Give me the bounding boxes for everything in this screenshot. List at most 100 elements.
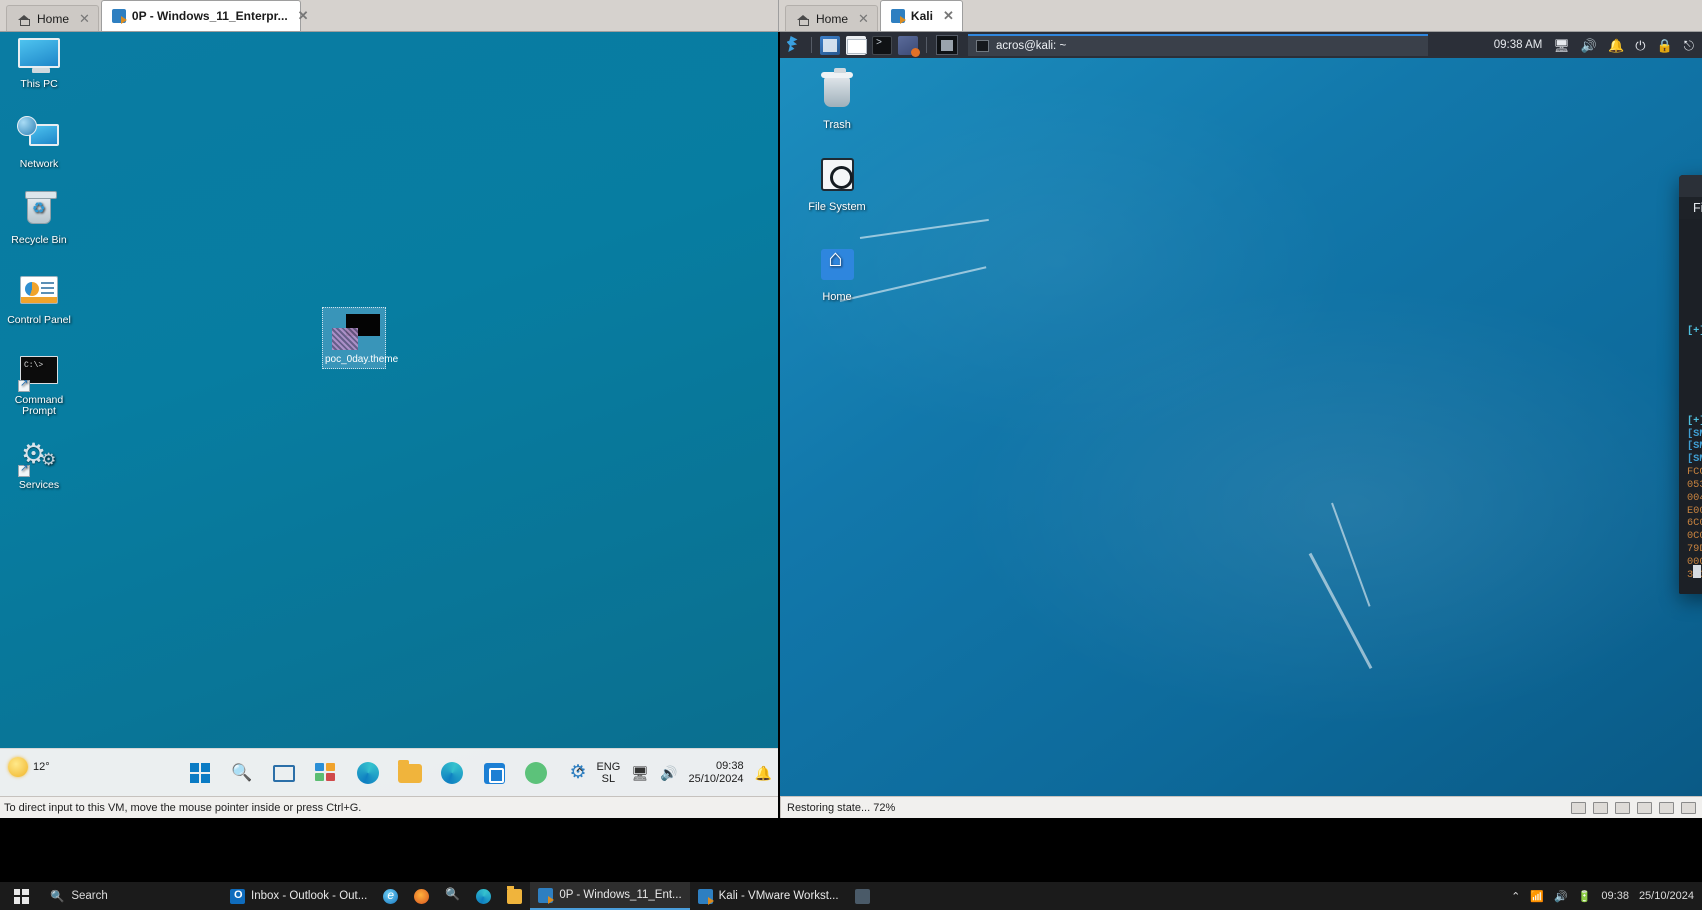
sun-icon <box>8 757 28 777</box>
terminal-icon[interactable] <box>872 36 892 55</box>
file-explorer-button[interactable] <box>397 760 423 786</box>
host-start-button[interactable] <box>0 882 42 910</box>
workspace-switcher-icon[interactable] <box>936 35 958 55</box>
desktop-icon-label: Recycle Bin <box>2 235 76 246</box>
vmware-tab-home-right[interactable]: Home ✕ <box>785 5 878 31</box>
windows-taskbar: 12° 🔍 <box>0 748 778 796</box>
volume-icon[interactable]: 🔊 <box>660 765 677 782</box>
lock-icon[interactable]: 🔒 <box>1657 39 1673 52</box>
green-app-button[interactable] <box>523 760 549 786</box>
vmware-tab-windows11[interactable]: 0P - Windows_11_Enterpr... ✕ <box>101 0 301 31</box>
network-adapter-icon[interactable] <box>1593 802 1608 814</box>
desktop-icon-recycle-bin[interactable]: ♻ Recycle Bin <box>2 192 76 246</box>
kali-clock[interactable]: 09:38 AM <box>1494 39 1543 51</box>
host-search-box[interactable]: 🔍 Search <box>42 882 222 910</box>
store-button[interactable] <box>481 760 507 786</box>
desktop-icon-services[interactable]: ⚙⚙ Services <box>2 437 76 491</box>
host-task-vmware-windows11[interactable]: 0P - Windows_11_Ent... <box>530 882 689 910</box>
chevron-up-icon[interactable]: ⌃ <box>1511 890 1520 903</box>
panel-separator <box>811 37 812 53</box>
printer-icon[interactable] <box>1659 802 1674 814</box>
host-task-internet-explorer[interactable] <box>375 882 406 910</box>
kali-desktop-icon-file-system[interactable]: File System <box>798 156 876 213</box>
terminal-text: Force WPAD auth [OFF] Force Basic Auth [… <box>1687 261 1702 582</box>
host-task-firefox[interactable] <box>406 882 437 910</box>
bell-icon[interactable]: 🔔 <box>755 765 772 782</box>
applications-icon[interactable] <box>898 36 918 55</box>
desktop-icon-label: Command Prompt <box>2 395 76 417</box>
browser-button[interactable] <box>355 760 381 786</box>
sound-icon[interactable] <box>1637 802 1652 814</box>
terminal-output[interactable]: Force WPAD auth [OFF] Force Basic Auth [… <box>1679 219 1702 594</box>
tab-label: Home <box>816 12 848 26</box>
terminal-menubar: File Actions Edit View Help <box>1679 197 1702 219</box>
volume-icon[interactable]: 🔊 <box>1581 39 1597 52</box>
battery-icon[interactable]: 🔋 <box>1578 890 1592 903</box>
terminal-window[interactable]: acros@kali: ~ – ☐ ✕ File Actions Edit Vi… <box>1679 175 1702 594</box>
vmware-tab-home-left[interactable]: Home ✕ <box>6 5 99 31</box>
host-task-tool[interactable] <box>437 882 468 910</box>
display-icon[interactable]: 🖥 <box>1553 39 1570 52</box>
kali-window-button-terminal[interactable]: acros@kali: ~ <box>968 34 1428 56</box>
task-view-button[interactable] <box>271 760 297 786</box>
search-button[interactable]: 🔍 <box>229 760 255 786</box>
file-manager-icon[interactable] <box>846 36 866 55</box>
start-button[interactable] <box>187 760 213 786</box>
edge-button[interactable] <box>439 760 465 786</box>
close-icon[interactable]: ✕ <box>79 11 90 27</box>
usb-icon[interactable] <box>1615 802 1630 814</box>
edge-icon <box>476 889 491 904</box>
host-task-outlook[interactable]: Inbox - Outlook - Out... <box>222 882 375 910</box>
desktop-icon-network[interactable]: Network <box>2 116 76 170</box>
notification-icon[interactable]: 🔔 <box>1608 39 1624 52</box>
display-adapter-icon[interactable] <box>1681 802 1696 814</box>
kali-desktop-icon-label: Trash <box>823 119 851 131</box>
widgets-icon <box>315 763 337 783</box>
hdd-icon[interactable] <box>1571 802 1586 814</box>
desktop-icon-poc-theme-file[interactable]: poc_0day.theme <box>322 307 386 369</box>
home-folder-icon <box>815 246 859 288</box>
close-icon[interactable]: ✕ <box>858 11 869 27</box>
desktop-icon-control-panel[interactable]: Control Panel <box>2 272 76 326</box>
vm-input-hint: To direct input to this VM, move the mou… <box>4 802 361 814</box>
host-clock-time[interactable]: 09:38 <box>1601 890 1629 902</box>
host-clock-date[interactable]: 25/10/2024 <box>1639 890 1694 902</box>
kali-vm-desktop[interactable]: Trash File System Home acros@kali: ~ <box>780 32 1702 796</box>
kali-desktop-icon-trash[interactable]: Trash <box>798 74 876 131</box>
desktop-icon-this-pc[interactable]: This PC <box>2 36 76 90</box>
kali-menu-button[interactable] <box>780 32 806 58</box>
windows-vm-desktop[interactable]: This PC Network ♻ Recycle Bin Control P <box>0 32 778 796</box>
taskbar-clock[interactable]: 09:38 25/10/2024 <box>689 760 744 786</box>
desktop-icon-command-prompt[interactable]: Command Prompt <box>2 352 76 417</box>
terminal-titlebar[interactable]: acros@kali: ~ – ☐ ✕ <box>1679 175 1702 197</box>
kali-desktop-icon-label: File System <box>808 201 865 213</box>
kali-desktop-icon-home[interactable]: Home <box>798 246 876 303</box>
home-icon <box>796 12 810 26</box>
kali-dragon-icon <box>785 36 802 54</box>
host-task-misc[interactable] <box>847 882 878 910</box>
vmware-tab-kali[interactable]: Kali ✕ <box>880 0 963 31</box>
kali-system-tray: 09:38 AM 🖥 🔊 🔔 ⏻ 🔒 ⎋ <box>1494 39 1702 52</box>
recycle-bin-icon: ♻ <box>17 192 61 232</box>
close-icon[interactable]: ✕ <box>943 8 954 24</box>
search-icon: 🔍 <box>231 763 252 782</box>
session-icon[interactable]: ⎋ <box>1684 39 1694 52</box>
misc-app-icon <box>855 889 870 904</box>
volume-icon[interactable]: 🔊 <box>1554 890 1568 903</box>
taskbar-button-group: 🔍 <box>187 749 591 797</box>
network-tray-icon[interactable]: 🖥 <box>631 765 649 782</box>
menu-item-file[interactable]: File <box>1693 201 1702 215</box>
power-icon[interactable]: ⏻ <box>1635 39 1645 52</box>
network-icon[interactable]: 📶 <box>1530 890 1544 903</box>
close-icon[interactable]: ✕ <box>298 8 309 24</box>
windows-vm-status-bar: To direct input to this VM, move the mou… <box>0 796 778 818</box>
language-indicator[interactable]: ENG SL <box>596 761 620 785</box>
weather-widget[interactable]: 12° <box>8 757 50 777</box>
host-task-vmware-kali[interactable]: Kali - VMware Workst... <box>690 882 847 910</box>
host-task-edge[interactable] <box>468 882 499 910</box>
widgets-button[interactable] <box>313 760 339 786</box>
chevron-up-icon[interactable]: ⌃ <box>574 765 586 782</box>
web-browser-icon[interactable] <box>820 36 840 55</box>
host-task-file-explorer[interactable] <box>499 882 530 910</box>
windows-logo-icon <box>190 763 210 783</box>
